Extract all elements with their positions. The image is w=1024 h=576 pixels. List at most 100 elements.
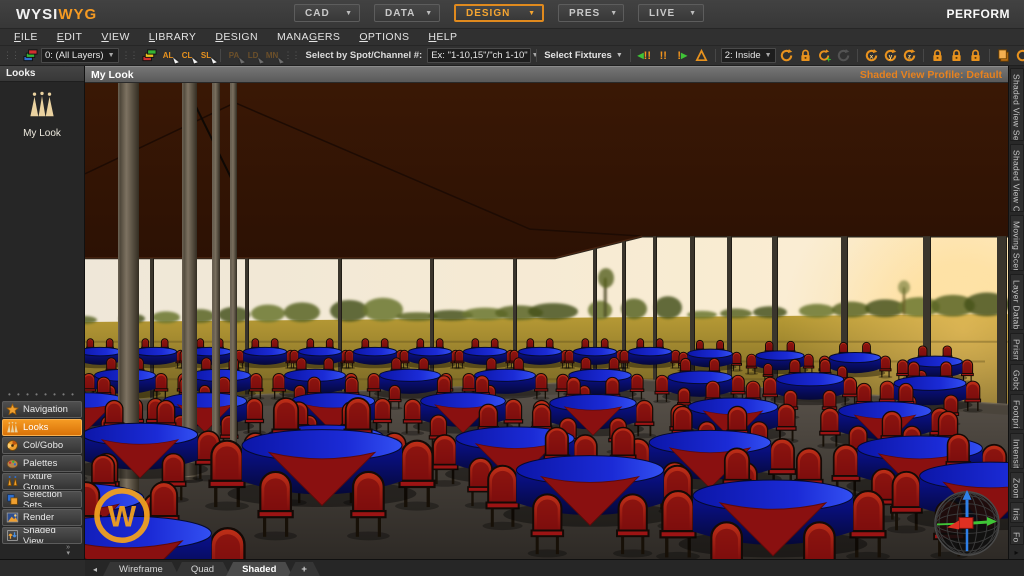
menu-options[interactable]: OPTIONS: [359, 31, 409, 43]
bottom-left-filler: [0, 560, 85, 576]
logo-white-part: WYSI: [16, 6, 58, 23]
quick-panel-tab-zoom[interactable]: Zoom: [1010, 472, 1024, 500]
select-channel-tool-icon[interactable]: CL: [179, 47, 196, 64]
panel-button-shaded-view[interactable]: Shaded View...: [2, 527, 82, 544]
lock-y-icon[interactable]: [948, 47, 965, 64]
quick-panel-scroll-icon[interactable]: ▸: [1014, 548, 1018, 557]
chevron-down-icon: ▼: [345, 10, 353, 17]
quick-panel-tab-shaded-view-settings[interactable]: Shaded View Settings: [1010, 68, 1024, 141]
view-tab-bar: ◂ WireframeQuadShaded+: [0, 559, 1024, 576]
prev-flag-icon[interactable]: ◀!!: [636, 47, 653, 64]
panel-drag-handle[interactable]: • • • • • • • •: [0, 390, 84, 399]
look-item-label: My Look: [23, 128, 61, 139]
quick-panel-tab-layer-database[interactable]: Layer Database: [1010, 274, 1024, 330]
flags-icon[interactable]: !!: [655, 47, 672, 64]
rotate-y-icon[interactable]: y: [882, 47, 899, 64]
colorwheel-icon: [6, 439, 19, 452]
chevron-down-icon: ▼: [610, 10, 618, 17]
reset-camera-icon[interactable]: [835, 47, 852, 64]
rotate-x-icon[interactable]: x: [863, 47, 880, 64]
panel-overflow-marks[interactable]: »▾: [0, 545, 84, 559]
select-min-tool-icon[interactable]: MN: [264, 47, 281, 64]
toolbar-separator: [220, 49, 221, 62]
tab-scroll-left-button[interactable]: ◂: [85, 565, 103, 576]
looks-panel: Looks My Look • • • • • • • • Navigation…: [0, 66, 85, 559]
mode-button-pres[interactable]: PRES▼: [558, 4, 624, 22]
panel-button-label: Fixture Groups: [23, 473, 78, 490]
look-beams-icon: [25, 90, 59, 125]
panel-button-label: Palettes: [23, 458, 57, 469]
menu-library[interactable]: LIBRARY: [149, 31, 197, 43]
menu-edit[interactable]: EDIT: [57, 31, 83, 43]
lock-camera-icon[interactable]: [797, 47, 814, 64]
view-tab-wireframe[interactable]: Wireframe: [103, 562, 179, 576]
orbit-camera-icon[interactable]: [778, 47, 795, 64]
next-flag-icon[interactable]: !▶: [674, 47, 691, 64]
quick-panel-tab-gobo[interactable]: Gobo: [1010, 364, 1024, 391]
menu-file[interactable]: FILE: [14, 31, 38, 43]
chevron-down-icon: ▼: [528, 10, 536, 17]
chevron-down-icon: ▾: [66, 551, 70, 557]
select-patch-tool-icon[interactable]: PA: [226, 47, 243, 64]
panel-button-render[interactable]: Render: [2, 509, 82, 526]
toolbar-separator: [923, 49, 924, 62]
select-fixtures-dropdown[interactable]: Select Fixtures▼: [542, 50, 625, 61]
shaded-view-profile-label: Shaded View Profile: Default: [860, 69, 1002, 81]
copy-view-icon[interactable]: [995, 47, 1012, 64]
panel-button-label: Render: [23, 512, 54, 523]
menu-view[interactable]: VIEW: [101, 31, 129, 43]
select-spot-tool-icon[interactable]: SL: [198, 47, 215, 64]
active-layer-combo[interactable]: 0: (All Layers)▼: [41, 48, 119, 63]
quick-panel-tab-shaded-view-output[interactable]: Shaded View Output: [1010, 144, 1024, 213]
menu-help[interactable]: HELP: [428, 31, 457, 43]
mode-button-design[interactable]: DESIGN▼: [454, 4, 544, 22]
panel-button-selection-sets[interactable]: Selection Sets: [2, 491, 82, 508]
palette-icon: [6, 457, 19, 470]
panel-button-palettes[interactable]: Palettes: [2, 455, 82, 472]
channel-number-combo[interactable]: Ex: "1-10,15"/"ch 1-10"▼: [427, 48, 531, 63]
mode-button-live[interactable]: LIVE▼: [638, 4, 704, 22]
quick-panel-tab-prism[interactable]: Prism: [1010, 333, 1024, 361]
quick-panel-tab-fo[interactable]: Fo: [1010, 526, 1024, 545]
viewport-scene-3d[interactable]: W: [85, 83, 1008, 559]
lock-z-icon[interactable]: [967, 47, 984, 64]
camera-view-combo[interactable]: 2: Inside▼: [721, 48, 776, 63]
svg-text:x: x: [869, 53, 873, 60]
viewport-title-bar[interactable]: My Look Shaded View Profile: Default: [85, 66, 1008, 83]
panel-button-looks[interactable]: Looks: [2, 419, 82, 436]
chevron-down-icon: ▼: [616, 52, 623, 59]
toolbar-grip: ⋮⋮: [283, 50, 301, 61]
quick-panel-tab-iris[interactable]: Iris: [1010, 502, 1024, 523]
menu-design[interactable]: DESIGN: [215, 31, 258, 43]
select-all-tool-icon[interactable]: AL: [160, 47, 177, 64]
panel-button-col-gobo[interactable]: Col/Gobo: [2, 437, 82, 454]
select-load-tool-icon[interactable]: LD: [245, 47, 262, 64]
quick-panel-tab-footprint[interactable]: Footprint: [1010, 394, 1024, 431]
scene-layers-icon[interactable]: [141, 47, 158, 64]
layer-colors-icon[interactable]: [22, 47, 39, 64]
panel-button-navigation[interactable]: Navigation: [2, 401, 82, 418]
title-bar: WYSIWYG CAD▼DATA▼DESIGN▼PRES▼LIVE▼ PERFO…: [0, 0, 1024, 29]
look-item-my-look[interactable]: My Look: [0, 90, 84, 139]
new-camera-icon[interactable]: +: [816, 47, 833, 64]
selsets-icon: [6, 493, 19, 506]
menu-managers[interactable]: MANAGERS: [277, 31, 340, 43]
main-toolbar: ⋮⋮0: (All Layers)▼⋮⋮ALCLSLPALDMN⋮⋮Select…: [0, 46, 1024, 66]
mode-button-data[interactable]: DATA▼: [374, 4, 440, 22]
mode-button-cad[interactable]: CAD▼: [294, 4, 360, 22]
chevron-down-icon: ▼: [689, 10, 697, 17]
rotate-z-icon[interactable]: z: [901, 47, 918, 64]
panel-button-label: Selection Sets: [23, 491, 78, 508]
view-tab-quad[interactable]: Quad: [175, 562, 230, 576]
select-by-label: Select by Spot/Channel #:: [303, 50, 426, 61]
view-tab-shaded[interactable]: Shaded: [226, 562, 292, 576]
refresh-view-icon[interactable]: [1014, 47, 1024, 64]
quick-panel-tab-moving-scenery[interactable]: Moving Scenery: [1010, 215, 1024, 271]
quick-panel-tab-intensity[interactable]: Intensity: [1010, 433, 1024, 468]
group-icon: [6, 475, 19, 488]
panel-button-fixture-groups[interactable]: Fixture Groups: [2, 473, 82, 490]
beam-cone-icon[interactable]: [693, 47, 710, 64]
svg-text:+: +: [826, 54, 831, 63]
add-view-tab-button[interactable]: +: [288, 562, 320, 576]
lock-x-icon[interactable]: [929, 47, 946, 64]
